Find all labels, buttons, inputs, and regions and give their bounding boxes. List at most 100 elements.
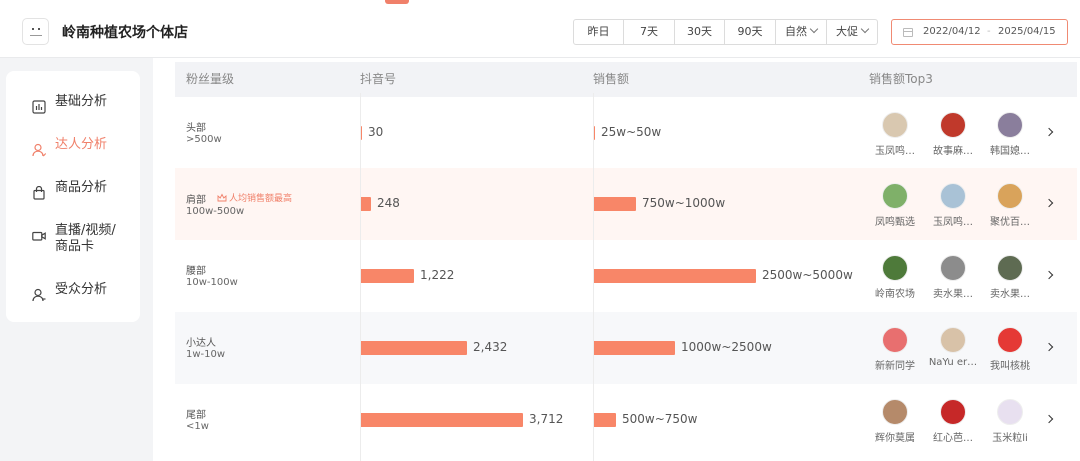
column-header-top3: 销售额Top3: [869, 72, 933, 86]
influencer-avatar[interactable]: [882, 399, 908, 425]
shopping-bag-icon: [33, 186, 45, 200]
influencer-name[interactable]: 故事麻…: [928, 142, 978, 157]
sales-bar: [593, 269, 756, 283]
column-header-accounts: 抖音号: [360, 72, 397, 86]
date-range-picker[interactable]: 2022/04/12 - 2025/04/15: [891, 19, 1068, 45]
calendar-icon: [903, 28, 913, 37]
influencer-name[interactable]: 玉凤鸣…: [928, 213, 978, 228]
influencer-avatar[interactable]: [940, 255, 966, 281]
sidebar-item-influencer-analysis[interactable]: 达人分析: [6, 137, 140, 163]
influencer-avatar[interactable]: [997, 399, 1023, 425]
table-row[interactable]: 腰部 10w-100w 1,222 2500w~5000w 岭南农场 卖水果… 卖水果…: [175, 240, 1077, 312]
influencer-avatar[interactable]: [882, 327, 908, 353]
influencer-name[interactable]: 聚优百…: [985, 213, 1035, 228]
chevron-right-icon[interactable]: [1044, 198, 1054, 208]
filter-30-days[interactable]: 30天: [675, 20, 725, 44]
tier-name: 肩部: [186, 195, 206, 206]
influencer-name[interactable]: 玉凤鸣…: [870, 142, 920, 157]
tier-name: 尾部: [186, 410, 206, 421]
table-row[interactable]: 尾部 <1w 3,712 500w~750w 辉你莫属 红心芭… 玉米粒li: [175, 384, 1077, 456]
influencer-avatar[interactable]: [997, 183, 1023, 209]
chevron-right-icon[interactable]: [1044, 127, 1054, 137]
influencer-avatar[interactable]: [940, 327, 966, 353]
accounts-value: 2,432: [473, 340, 508, 354]
influencer-avatar[interactable]: [940, 112, 966, 138]
influencer-name[interactable]: 韩国媳…: [985, 142, 1035, 157]
sales-value: 750w~1000w: [642, 196, 726, 210]
top-tab-indicator: [385, 0, 409, 4]
sidebar: 基础分析 达人分析 商品分析 直播/视频/商品卡 受众分析: [6, 71, 140, 322]
sales-value: 2500w~5000w: [762, 268, 853, 282]
influencer-avatar[interactable]: [940, 183, 966, 209]
chevron-right-icon[interactable]: [1044, 342, 1054, 352]
accounts-bar: [360, 197, 371, 211]
chevron-right-icon[interactable]: [1044, 414, 1054, 424]
date-start: 2022/04/12: [923, 26, 981, 37]
filter-natural-dropdown[interactable]: 自然: [776, 20, 827, 44]
top-average-sales-badge: 人均销售额最高: [217, 191, 292, 204]
influencer-avatar[interactable]: [882, 255, 908, 281]
table-row[interactable]: 肩部 100w-500w 人均销售额最高 248 750w~1000w 凤鸣甄选 玉凤鸣… 聚…: [175, 168, 1077, 240]
time-filter-group: 昨日 7天 30天 90天 自然 大促: [573, 19, 878, 45]
date-end: 2025/04/15: [998, 26, 1056, 37]
accounts-bar: [360, 269, 414, 283]
crown-icon: [217, 193, 227, 202]
accounts-value: 30: [368, 125, 384, 139]
table-row[interactable]: 小达人 1w-10w 2,432 1000w~2500w 新新同学 NaYu er… 我叫核…: [175, 312, 1077, 384]
chevron-down-icon: [858, 25, 868, 38]
filter-7-days[interactable]: 7天: [624, 20, 675, 44]
influencer-avatar[interactable]: [882, 183, 908, 209]
influencer-name[interactable]: 凤鸣甄选: [870, 213, 920, 228]
filter-promo-dropdown[interactable]: 大促: [827, 20, 877, 44]
influencer-avatar[interactable]: [997, 255, 1023, 281]
sales-bar: [593, 197, 636, 211]
column-divider: [593, 93, 594, 461]
shop-logo-icon: [22, 18, 49, 45]
sidebar-item-label: 基础分析: [55, 94, 108, 109]
sidebar-item-basic-analysis[interactable]: 基础分析: [6, 94, 140, 120]
sidebar-item-label: 受众分析: [55, 282, 108, 297]
accounts-bar: [360, 413, 523, 427]
accounts-value: 248: [377, 196, 400, 210]
audience-icon: [32, 288, 46, 302]
influencer-avatar[interactable]: [882, 112, 908, 138]
sales-value: 500w~750w: [622, 412, 698, 426]
tier-range: 1w-10w: [186, 349, 226, 360]
influencer-avatar[interactable]: [997, 327, 1023, 353]
tier-range: 10w-100w: [186, 277, 238, 288]
top-header: 岭南种植农场个体店 昨日 7天 30天 90天 自然 大促 2022/04/12…: [0, 0, 1080, 58]
sidebar-item-label: 商品分析: [55, 180, 108, 195]
influencer-name[interactable]: NaYu er…: [928, 357, 978, 368]
column-header-tier: 粉丝量级: [186, 72, 235, 86]
influencer-name[interactable]: 红心芭…: [928, 429, 978, 444]
tier-range: 100w-500w: [186, 206, 245, 217]
filter-yesterday[interactable]: 昨日: [574, 20, 624, 44]
accounts-value: 1,222: [420, 268, 455, 282]
influencer-name[interactable]: 新新同学: [870, 357, 920, 372]
influencer-name[interactable]: 卖水果…: [985, 285, 1035, 300]
sales-value: 1000w~2500w: [681, 340, 772, 354]
sidebar-item-product-analysis[interactable]: 商品分析: [6, 180, 140, 206]
sales-bar: [593, 413, 616, 427]
accounts-value: 3,712: [529, 412, 564, 426]
filter-90-days[interactable]: 90天: [725, 20, 776, 44]
influencer-table-panel: 粉丝量级 抖音号 销售额 销售额Top3 头部 >500w 30 25w~50w 玉凤鸣…: [153, 58, 1080, 461]
sidebar-item-label: 直播/视频/商品卡: [55, 223, 116, 254]
user-icon: [32, 143, 46, 157]
influencer-name[interactable]: 辉你莫属: [870, 429, 920, 444]
sidebar-item-live-video-card[interactable]: 直播/视频/商品卡: [6, 223, 140, 259]
influencer-name[interactable]: 卖水果…: [928, 285, 978, 300]
influencer-name[interactable]: 玉米粒li: [985, 429, 1035, 444]
table-row[interactable]: 头部 >500w 30 25w~50w 玉凤鸣… 故事麻… 韩国媳…: [175, 97, 1077, 169]
influencer-avatar[interactable]: [940, 399, 966, 425]
chevron-right-icon[interactable]: [1044, 270, 1054, 280]
shop-name: 岭南种植农场个体店: [62, 25, 188, 41]
influencer-avatar[interactable]: [997, 112, 1023, 138]
sidebar-item-audience-analysis[interactable]: 受众分析: [6, 282, 140, 308]
accounts-bar: [360, 341, 467, 355]
influencer-name[interactable]: 岭南农场: [870, 285, 920, 300]
column-divider: [360, 93, 361, 461]
date-separator: -: [987, 26, 991, 37]
video-camera-icon: [32, 231, 46, 241]
influencer-name[interactable]: 我叫核桃: [985, 357, 1035, 372]
